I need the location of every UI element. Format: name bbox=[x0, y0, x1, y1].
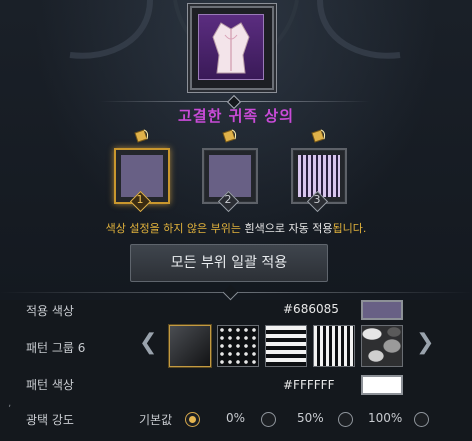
gloss-option-100-label: 100% bbox=[368, 411, 403, 425]
apply-all-button[interactable]: 모든 부위 일괄 적용 bbox=[130, 244, 328, 282]
paint-bucket-icon bbox=[134, 129, 149, 143]
pattern-next-arrow[interactable]: ❯ bbox=[416, 330, 434, 355]
dye-slot-number: 3 bbox=[306, 190, 329, 213]
noble-shirt-icon bbox=[212, 22, 250, 74]
pattern-horizontal-stripes[interactable] bbox=[265, 325, 307, 367]
pattern-color-label: 패턴 색상 bbox=[26, 378, 74, 392]
paint-bucket-icon bbox=[222, 129, 237, 143]
gloss-option-50-radio[interactable] bbox=[338, 412, 353, 427]
dye-slot-1[interactable]: 1 bbox=[114, 129, 170, 213]
auto-white-notice: 색상 설정을 하지 않은 부위는 흰색으로 자동 적용됩니다. bbox=[105, 222, 367, 235]
dye-slot-number: 2 bbox=[217, 190, 240, 213]
dye-slot-3[interactable]: 3 bbox=[291, 129, 347, 213]
gloss-option-50-label: 50% bbox=[297, 411, 324, 425]
gloss-option-default-radio[interactable] bbox=[185, 412, 200, 427]
pattern-prev-arrow[interactable]: ❮ bbox=[139, 330, 157, 355]
applied-color-swatch[interactable] bbox=[361, 300, 403, 320]
gloss-option-default-label: 기본값 bbox=[139, 413, 173, 427]
applied-color-label: 적용 색상 bbox=[26, 304, 74, 318]
gloss-option-100-radio[interactable] bbox=[414, 412, 429, 427]
dye-slot-number: 1 bbox=[129, 190, 152, 213]
gloss-option-0-label: 0% bbox=[226, 411, 246, 425]
dye-slot-2[interactable]: 2 bbox=[202, 129, 258, 213]
item-icon-frame bbox=[190, 6, 274, 90]
pattern-color-swatch[interactable] bbox=[361, 375, 403, 395]
applied-color-hex: #686085 bbox=[283, 302, 339, 316]
corner-tick: ʼ bbox=[8, 404, 12, 415]
pattern-vertical-stripes[interactable] bbox=[313, 325, 355, 367]
gloss-option-0-radio[interactable] bbox=[261, 412, 276, 427]
paint-bucket-icon bbox=[311, 129, 326, 143]
pattern-gradient[interactable] bbox=[169, 325, 211, 367]
pattern-group-label: 패턴 그룹 6 bbox=[26, 341, 86, 355]
pattern-dots[interactable] bbox=[217, 325, 259, 367]
pattern-camouflage[interactable] bbox=[361, 325, 403, 367]
item-icon bbox=[198, 14, 264, 80]
item-name: 고결한 귀족 상의 bbox=[177, 107, 295, 125]
gloss-label: 광택 강도 bbox=[26, 413, 74, 427]
pattern-color-hex: #FFFFFF bbox=[283, 378, 335, 392]
